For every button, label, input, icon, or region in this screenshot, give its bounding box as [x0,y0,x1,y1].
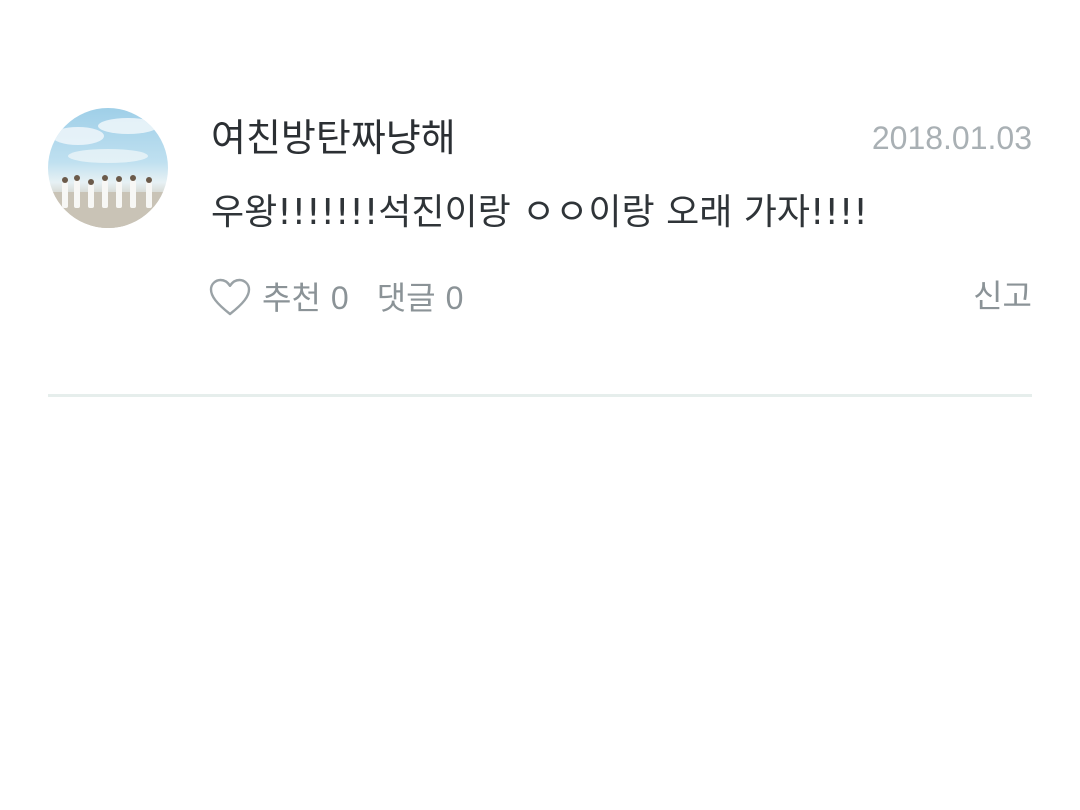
like-button[interactable]: 추천 0 [208,276,349,320]
avatar[interactable] [48,108,168,228]
username[interactable]: 여친방탄짜냥해 [211,114,456,162]
report-button[interactable]: 신고 [973,276,1032,316]
reply-button[interactable]: 댓글 0 [377,278,464,318]
divider [48,394,1032,397]
comment-date: 2018.01.03 [871,120,1032,156]
reply-label: 댓글 [376,279,436,317]
heart-outline-icon [208,276,252,320]
like-label: 추천 [262,279,321,317]
comment-text: 우왕!!!!!!!석진이랑 ㅇㅇ이랑 오래 가자!!!! [211,192,868,233]
avatar-image [48,118,168,228]
comment-actions: 추천 0 댓글 0 [208,274,463,322]
like-count: 0 [330,280,349,316]
reply-count: 0 [445,280,464,316]
